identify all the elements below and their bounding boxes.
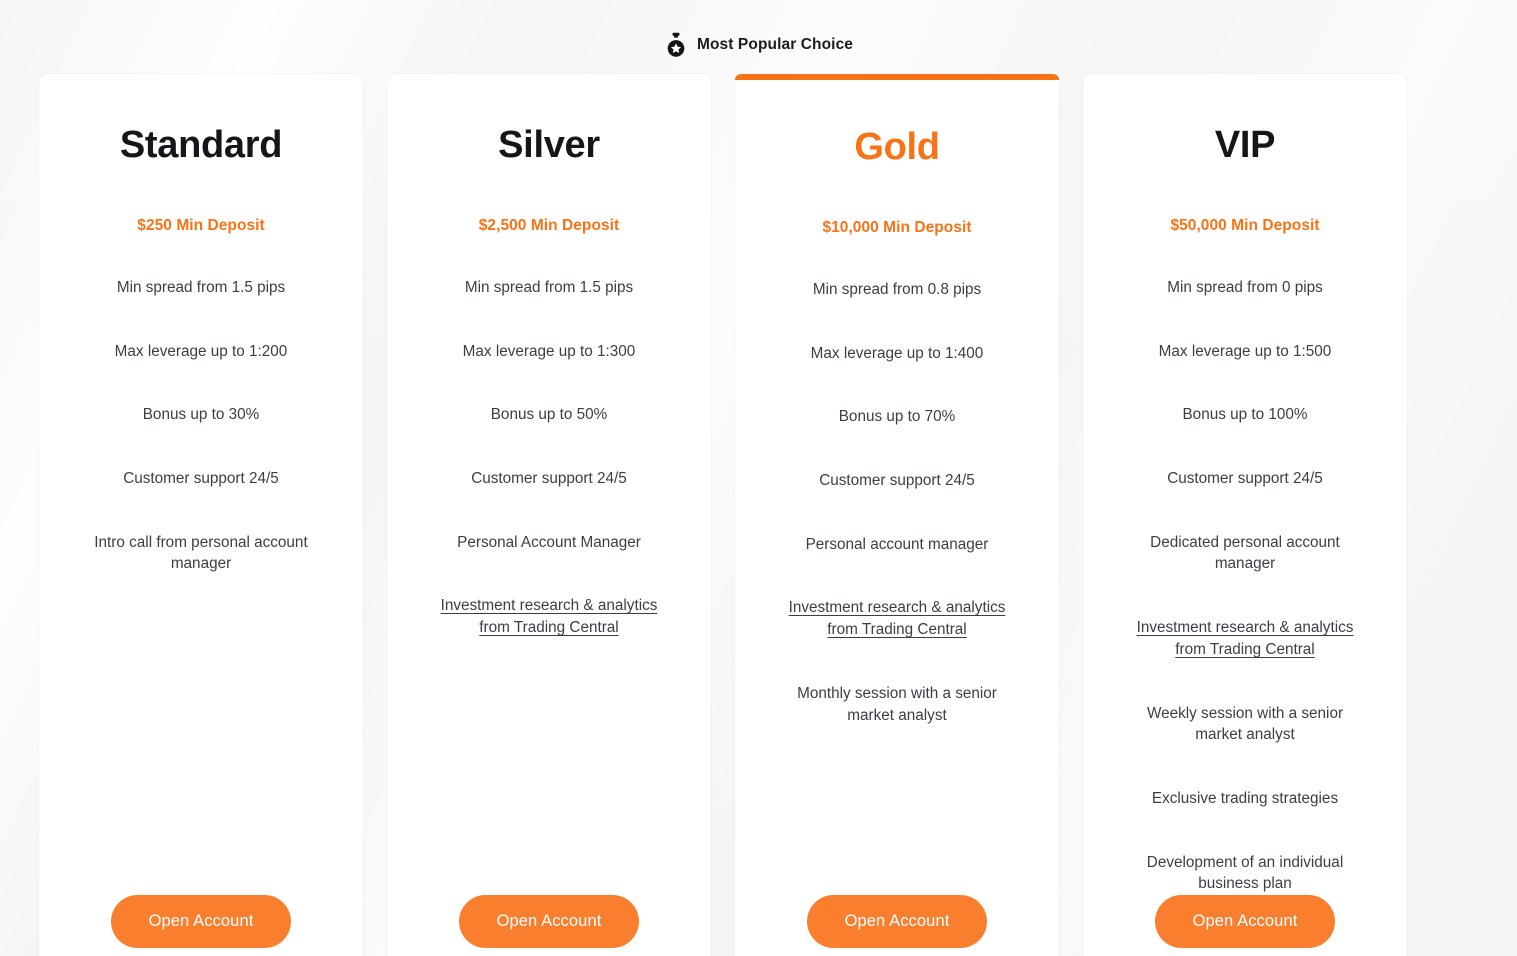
plan-min-deposit: $2,500 Min Deposit [478, 216, 620, 234]
feature-item: Max leverage up to 1:200 [114, 342, 288, 360]
cta-container: Open Account [405, 895, 693, 956]
feature-item: Monthly session with a senior market ana… [797, 684, 997, 724]
feature-item: Intro call from personal account manager [94, 533, 308, 573]
plan-feature-list: Min spread from 0.8 pips Max leverage up … [753, 237, 1041, 726]
feature-item: Max leverage up to 1:400 [810, 344, 984, 362]
pricing-page: Most Popular Choice Standard $250 Min Dep… [0, 0, 1517, 956]
pricing-card-silver: Silver $2,500 Min Deposit Min spread from … [387, 74, 711, 956]
feature-item: Bonus up to 100% [1182, 406, 1308, 424]
plan-min-deposit: $10,000 Min Deposit [822, 218, 972, 236]
pricing-cards-row: Standard $250 Min Deposit Min spread from … [39, 74, 1479, 956]
open-account-button[interactable]: Open Account [458, 895, 640, 949]
feature-item: Bonus up to 70% [838, 408, 956, 426]
pricing-card-vip: VIP $50,000 Min Deposit Min spread from 0 … [1083, 74, 1407, 956]
plan-min-deposit: $250 Min Deposit [137, 216, 265, 234]
feature-item: Max leverage up to 1:500 [1158, 342, 1332, 360]
feature-link[interactable]: Investment research & analytics from Tra… [777, 597, 1017, 640]
open-account-button[interactable]: Open Account [1154, 895, 1336, 949]
plan-min-deposit: $50,000 Min Deposit [1170, 216, 1320, 234]
feature-link[interactable]: Investment research & analytics from Tra… [429, 595, 669, 638]
feature-item: Min spread from 0 pips [1167, 278, 1323, 296]
feature-item: Customer support 24/5 [819, 471, 975, 489]
feature-item: Exclusive trading strategies [1151, 789, 1339, 807]
open-account-button[interactable]: Open Account [110, 895, 292, 949]
cta-container: Open Account [57, 895, 345, 956]
feature-item: Customer support 24/5 [1167, 469, 1323, 487]
feature-item: Dedicated personal account manager [1150, 533, 1340, 573]
feature-item: Weekly session with a senior market anal… [1146, 704, 1344, 744]
feature-item: Max leverage up to 1:300 [462, 342, 636, 360]
plan-title: VIP [1214, 124, 1276, 166]
feature-item: Development of an individual business pl… [1146, 853, 1344, 893]
plan-feature-list: Min spread from 1.5 pips Max leverage up … [405, 235, 693, 639]
cta-container: Open Account [753, 895, 1041, 956]
pricing-card-gold: Gold $10,000 Min Deposit Min spread from 0… [735, 74, 1059, 956]
most-popular-badge: Most Popular Choice [0, 31, 1517, 59]
feature-item: Min spread from 1.5 pips [116, 278, 286, 296]
plan-title: Standard [119, 124, 283, 166]
plan-title: Gold [854, 126, 940, 168]
feature-item: Customer support 24/5 [123, 469, 279, 487]
feature-item: Personal account manager [805, 535, 989, 553]
feature-item: Bonus up to 50% [490, 406, 608, 424]
feature-item: Min spread from 1.5 pips [464, 278, 634, 296]
medal-icon [667, 32, 685, 57]
cta-container: Open Account [1101, 895, 1389, 956]
feature-link[interactable]: Investment research & analytics from Tra… [1125, 617, 1365, 660]
open-account-button[interactable]: Open Account [806, 895, 988, 949]
pricing-card-standard: Standard $250 Min Deposit Min spread from … [39, 74, 363, 956]
feature-item: Customer support 24/5 [471, 469, 627, 487]
feature-item: Personal Account Manager [457, 533, 641, 551]
feature-item: Bonus up to 30% [142, 406, 260, 424]
plan-feature-list: Min spread from 1.5 pips Max leverage up … [57, 235, 345, 575]
most-popular-badge-label: Most Popular Choice [696, 36, 854, 53]
feature-item: Min spread from 0.8 pips [812, 280, 982, 298]
plan-title: Silver [498, 124, 600, 166]
featured-accent-bar [735, 74, 1059, 80]
plan-feature-list: Min spread from 0 pips Max leverage up to… [1101, 235, 1389, 895]
